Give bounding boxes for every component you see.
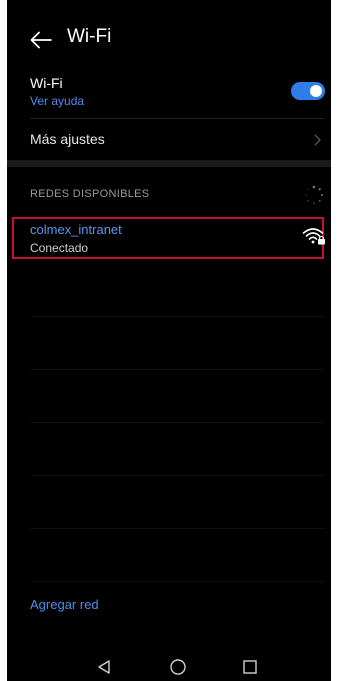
list-item bbox=[7, 372, 331, 422]
navigation-bar bbox=[7, 648, 331, 681]
available-networks-title: REDES DISPONIBLES bbox=[30, 188, 150, 200]
wifi-lock-icon bbox=[302, 228, 325, 245]
divider bbox=[30, 369, 325, 370]
triangle-back-icon bbox=[98, 660, 110, 674]
wifi-toggle-row: Wi-Fi Ver ayuda bbox=[7, 72, 331, 118]
list-item bbox=[7, 266, 331, 316]
list-item bbox=[7, 478, 331, 528]
network-item-colmex-intranet[interactable]: colmex_intranet Conectado bbox=[7, 215, 331, 263]
divider bbox=[30, 528, 325, 529]
page-title: Wi-Fi bbox=[67, 26, 112, 47]
list-item bbox=[7, 531, 331, 581]
divider bbox=[30, 422, 325, 423]
wifi-settings-screen: Wi-Fi Wi-Fi Ver ayuda Más ajustes REDES … bbox=[7, 0, 331, 681]
spinner-icon bbox=[305, 185, 324, 204]
toggle-knob bbox=[310, 85, 322, 97]
network-name: colmex_intranet bbox=[30, 222, 122, 237]
wifi-toggle-switch[interactable] bbox=[291, 82, 325, 100]
list-item bbox=[7, 425, 331, 475]
divider bbox=[30, 581, 325, 582]
chevron-right-icon bbox=[314, 134, 321, 146]
add-network-link[interactable]: Agregar red bbox=[30, 597, 99, 612]
divider bbox=[30, 118, 325, 119]
arrow-left-icon bbox=[30, 31, 52, 49]
circle-home-icon bbox=[170, 659, 186, 675]
more-settings-label: Más ajustes bbox=[30, 131, 105, 147]
nav-home-button[interactable] bbox=[164, 656, 192, 678]
header: Wi-Fi bbox=[7, 0, 331, 70]
help-link[interactable]: Ver ayuda bbox=[30, 94, 84, 108]
more-settings-row[interactable]: Más ajustes bbox=[7, 122, 331, 158]
wifi-label: Wi-Fi bbox=[30, 75, 63, 91]
back-button[interactable] bbox=[25, 24, 57, 56]
divider bbox=[30, 475, 325, 476]
nav-back-button[interactable] bbox=[90, 656, 118, 678]
square-recents-icon bbox=[243, 660, 257, 674]
network-status: Conectado bbox=[30, 241, 89, 255]
list-item bbox=[7, 319, 331, 369]
divider bbox=[30, 316, 325, 317]
nav-recents-button[interactable] bbox=[236, 656, 264, 678]
section-divider bbox=[7, 160, 331, 167]
